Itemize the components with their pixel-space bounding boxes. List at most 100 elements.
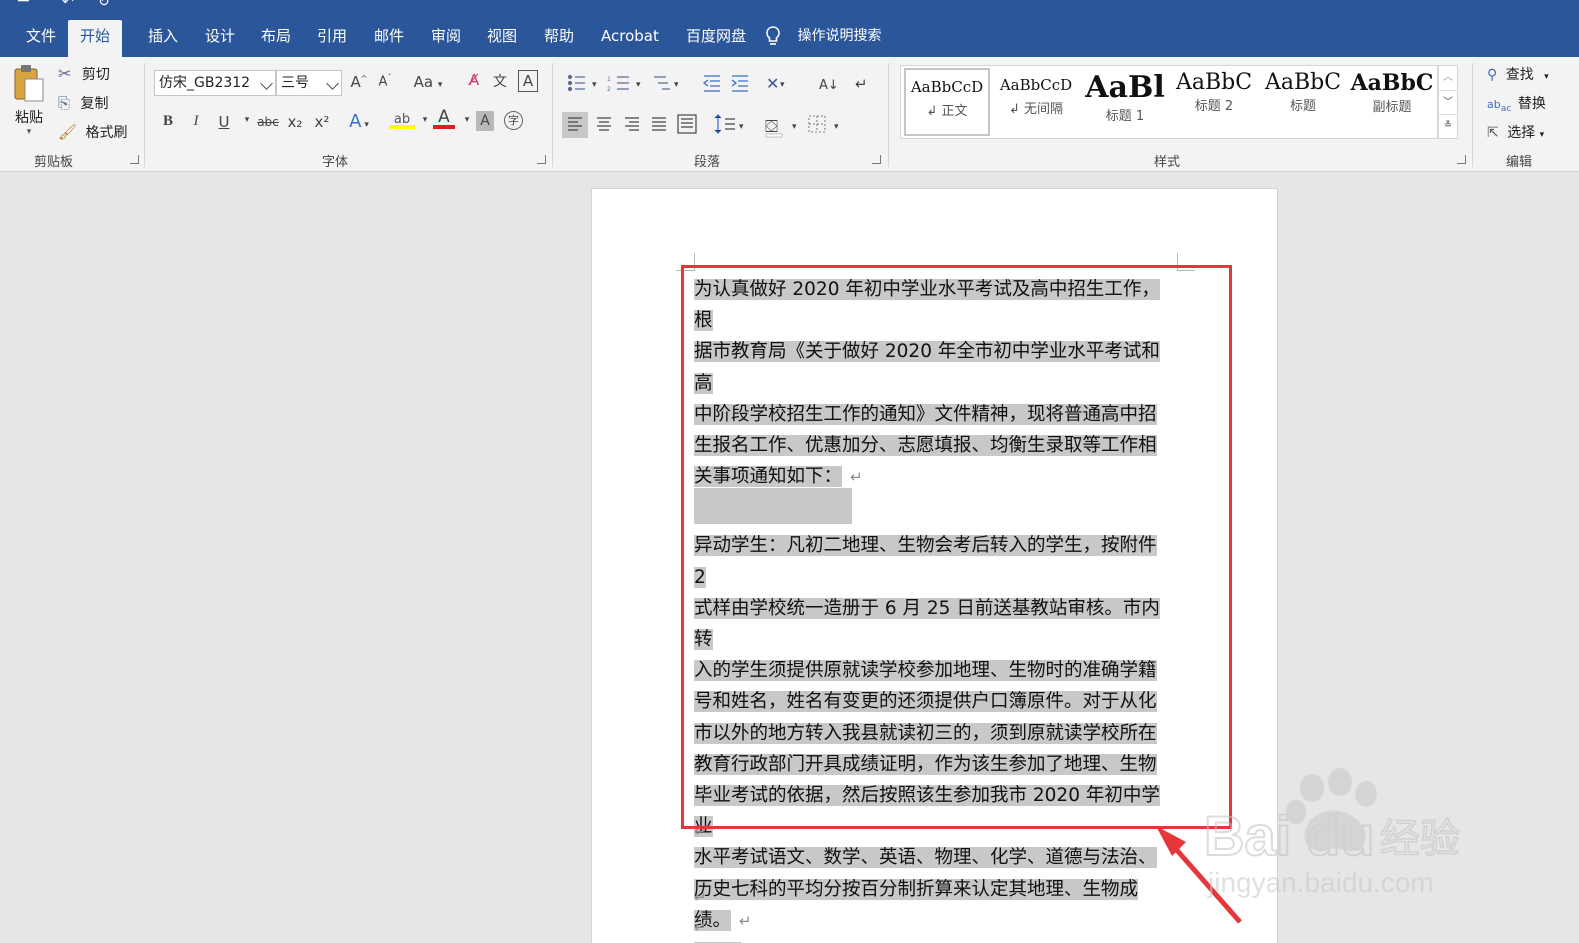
enclose-char-button[interactable]: 字 <box>504 111 523 130</box>
style-item-3[interactable]: AaBbC 标题 2 <box>1171 68 1257 136</box>
text-effects-icon: A <box>349 111 362 132</box>
styles-scroll[interactable]: ︿ ﹀ ≚ <box>1438 65 1458 139</box>
paragraph-mark: ↵ <box>694 918 707 936</box>
find-button[interactable]: ⚲ 查找 ▾ <box>1487 64 1549 84</box>
font-launcher-icon[interactable] <box>537 155 546 164</box>
italic-button[interactable]: I <box>185 113 207 130</box>
chevron-down-icon[interactable]: ﹀ <box>1439 90 1457 114</box>
grow-font-button[interactable]: A^ <box>348 73 370 91</box>
shrink-font-button[interactable]: Aˇ <box>374 73 396 89</box>
tab-5[interactable]: 引用 <box>305 20 359 57</box>
decrease-indent-icon <box>702 75 720 92</box>
watermark-url: jingyan.baidu.com <box>1207 867 1434 898</box>
bullets-icon <box>567 74 585 92</box>
svg-text:▾: ▾ <box>780 80 785 90</box>
tab-7[interactable]: 审阅 <box>419 20 473 57</box>
superscript-icon: x² <box>314 113 330 131</box>
strikethrough-button[interactable]: abc <box>254 115 282 129</box>
highlight-annotation-box <box>681 265 1232 829</box>
save-icon[interactable]: ▀ <box>18 0 29 10</box>
copy-label: 复制 <box>80 96 109 112</box>
paragraph-launcher-icon[interactable] <box>872 155 881 164</box>
font-name-combo[interactable]: 仿宋_GB2312 <box>154 70 276 96</box>
redo-icon[interactable]: ↻ <box>98 0 110 10</box>
divider <box>888 63 889 167</box>
copy-button[interactable]: ⎘ 复制 <box>58 93 108 113</box>
chevron-up-icon[interactable]: ︿ <box>1439 66 1457 90</box>
tab-11[interactable]: 百度网盘 <box>674 20 758 57</box>
tab-9[interactable]: 帮助 <box>532 20 586 57</box>
style-item-4[interactable]: AaBbC 标题 <box>1260 68 1346 136</box>
style-item-0[interactable]: AaBbCcD ↲ 正文 <box>904 68 990 136</box>
font-size-combo[interactable]: 三号 <box>276 70 342 96</box>
tab-2[interactable]: 插入 <box>136 20 190 57</box>
tab-4[interactable]: 布局 <box>249 20 303 57</box>
show-marks-icon: ↵ <box>855 75 868 93</box>
select-button[interactable]: ⇱ 选择 ▾ <box>1487 122 1544 142</box>
svg-text:2: 2 <box>607 86 611 93</box>
char-shading-button[interactable]: A <box>476 111 494 131</box>
font-color-button[interactable]: A <box>433 107 455 129</box>
text-effects-button[interactable]: A ▾ <box>348 111 370 132</box>
svg-text:A↓: A↓ <box>819 78 839 93</box>
styles-gallery: AaBbCcD ↲ 正文 AaBbCcD ↲ 无间隔 AaBl 标题 1 AaBbC 标题 2… <box>900 65 1438 139</box>
replace-icon: abac <box>1487 98 1512 115</box>
font-color-icon: A <box>438 107 450 127</box>
underline-icon: U <box>218 113 230 131</box>
bold-button[interactable]: B <box>157 113 179 130</box>
paste-dropdown-icon[interactable]: ▾ <box>10 127 48 137</box>
replace-button[interactable]: abac 替换 <box>1487 93 1546 114</box>
style-item-5[interactable]: AaBbC 副标题 <box>1349 68 1435 136</box>
text-line: 水平考试语文、数学、英语、物理、化学、道德与法治、 <box>694 842 1174 873</box>
subscript-button[interactable]: x₂ <box>284 113 306 131</box>
svg-text:du: du <box>1306 804 1374 867</box>
shading-icon: ⛋ <box>765 117 783 138</box>
find-label: 查找 <box>1505 67 1534 83</box>
cut-button[interactable]: ✂ 剪切 <box>58 64 110 84</box>
increase-indent-icon <box>731 75 748 92</box>
chevron-down-icon <box>326 77 339 90</box>
superscript-button[interactable]: x² <box>311 113 333 131</box>
paste-button[interactable]: 粘贴 ▾ <box>10 63 48 137</box>
paste-label: 粘贴 <box>15 110 43 126</box>
style-name: 标题 <box>1289 99 1316 114</box>
justify-icon <box>652 117 666 131</box>
tab-8[interactable]: 视图 <box>475 20 529 57</box>
clipboard-group-label: 剪贴板 <box>34 155 74 170</box>
style-item-1[interactable]: AaBbCcD ↲ 无间隔 <box>993 68 1079 136</box>
tab-3[interactable]: 设计 <box>193 20 247 57</box>
copy-icon: ⎘ <box>58 94 71 112</box>
tab-1[interactable]: 开始 <box>68 20 123 57</box>
clear-format-button[interactable]: A̸ <box>463 71 485 89</box>
style-sample: AaBbC <box>1350 70 1434 96</box>
style-sample: AaBbC <box>1175 70 1253 95</box>
font-color-dropdown-icon[interactable]: ▾ <box>456 115 478 125</box>
styles-launcher-icon[interactable] <box>1457 155 1466 164</box>
align-right-icon <box>625 117 639 131</box>
highlight-button[interactable]: ab <box>389 109 415 129</box>
clipboard-launcher-icon[interactable] <box>130 155 139 164</box>
underline-button[interactable]: U <box>213 113 235 131</box>
divider <box>1472 63 1473 167</box>
style-item-2[interactable]: AaBl 标题 1 <box>1082 68 1168 136</box>
format-painter-label: 格式刷 <box>85 125 128 141</box>
tab-0[interactable]: 文件 <box>14 20 68 57</box>
tab-6[interactable]: 邮件 <box>362 20 416 57</box>
format-painter-button[interactable]: 🖌 格式刷 <box>58 122 128 142</box>
tab-10[interactable]: Acrobat <box>589 20 671 57</box>
styles-more-icon[interactable]: ≚ <box>1439 114 1457 138</box>
undo-icon[interactable]: ↶ <box>62 0 74 10</box>
paste-icon <box>14 65 44 102</box>
change-case-button[interactable]: Aa ▾ <box>410 73 446 91</box>
change-case-label: Aa <box>413 73 434 91</box>
baidu-paw-logo: Bai du 经验 jingyan.baidu.com <box>1203 768 1461 898</box>
char-border-button[interactable]: A <box>518 70 538 92</box>
subscript-icon: x₂ <box>287 113 303 131</box>
multilevel-list-icon <box>654 76 670 90</box>
tell-me-search[interactable]: 操作说明搜索 <box>763 20 881 57</box>
svg-text:▾: ▾ <box>834 122 839 132</box>
char-border-icon: A <box>522 72 534 90</box>
phonetic-icon: 文 <box>493 74 507 90</box>
svg-text:▾: ▾ <box>792 122 797 132</box>
phonetic-guide-button[interactable]: 文 <box>489 71 511 91</box>
